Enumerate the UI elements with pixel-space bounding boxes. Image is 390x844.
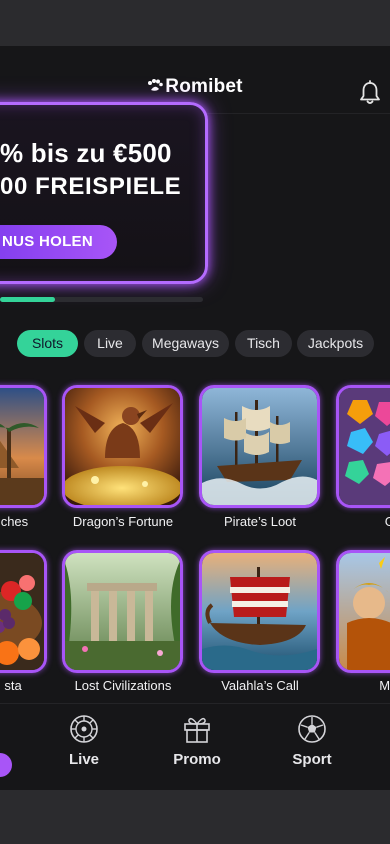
promo-subheadline: 00 FREISPIELE <box>0 173 182 200</box>
fruit-feast-game-art <box>0 553 44 670</box>
paw-logo-icon <box>148 79 164 91</box>
promo-headline: % bis zu €500 <box>0 138 172 168</box>
nav-label: Promo <box>173 751 221 768</box>
tab-live[interactable]: Live <box>84 330 136 357</box>
game-tile[interactable] <box>62 385 183 508</box>
nav-label: Live <box>68 751 99 768</box>
mythology-game-art <box>339 553 390 670</box>
nav-label: Sport <box>292 751 332 768</box>
tab-slots[interactable]: Slots <box>17 330 78 357</box>
nav-item-promo[interactable]: Promo <box>157 704 237 790</box>
gems-game-art <box>339 388 390 505</box>
nav-item-live[interactable]: Live <box>44 704 124 790</box>
game-tile[interactable] <box>336 550 390 673</box>
game-tile[interactable] <box>199 550 320 673</box>
casino-app: Romibet % bis zu €500 00 FREISPIELE NUS … <box>0 46 390 790</box>
game-tile[interactable] <box>199 385 320 508</box>
viking-ship-game-art <box>202 553 317 670</box>
egypt-game-art <box>0 388 44 505</box>
dragon-game-art <box>65 388 180 505</box>
carousel-progress <box>0 297 203 302</box>
game-tile[interactable] <box>0 385 47 508</box>
game-tile[interactable] <box>0 550 47 673</box>
game-title[interactable]: Valahla’s Call <box>185 678 335 693</box>
brand-logo[interactable]: Romibet <box>0 76 390 98</box>
category-tabs: Slots Live Megaways Tisch Jackpots <box>0 330 390 358</box>
carousel-progress-fill <box>0 297 55 302</box>
tab-megaways[interactable]: Megaways <box>142 330 229 357</box>
game-title[interactable]: Gen <box>322 514 390 529</box>
status-bar <box>0 0 390 46</box>
menu-pill-button[interactable] <box>0 753 12 777</box>
home-indicator-bar <box>0 790 390 844</box>
gift-icon <box>184 717 210 743</box>
pirate-ship-game-art <box>202 388 317 505</box>
nav-item-sport[interactable]: Sport <box>272 704 352 790</box>
claim-bonus-button[interactable]: NUS HOLEN <box>0 225 117 259</box>
game-tile[interactable] <box>62 550 183 673</box>
tab-tisch[interactable]: Tisch <box>235 330 292 357</box>
bell-icon[interactable] <box>358 80 382 106</box>
game-title[interactable]: Mytho <box>322 678 390 693</box>
logo-text: Romibet <box>165 76 243 97</box>
game-title[interactable]: Dragon’s Fortune <box>48 514 198 529</box>
game-title[interactable]: Pirate’s Loot <box>185 514 335 529</box>
tab-jackpots[interactable]: Jackpots <box>297 330 374 357</box>
game-tile[interactable] <box>336 385 390 508</box>
ancient-ruins-game-art <box>65 553 180 670</box>
game-title[interactable]: Lost Civilizations <box>48 678 198 693</box>
roulette-icon <box>70 715 98 743</box>
bottom-navigation: Live Promo Sport <box>0 703 390 790</box>
soccer-ball-icon <box>298 715 326 743</box>
